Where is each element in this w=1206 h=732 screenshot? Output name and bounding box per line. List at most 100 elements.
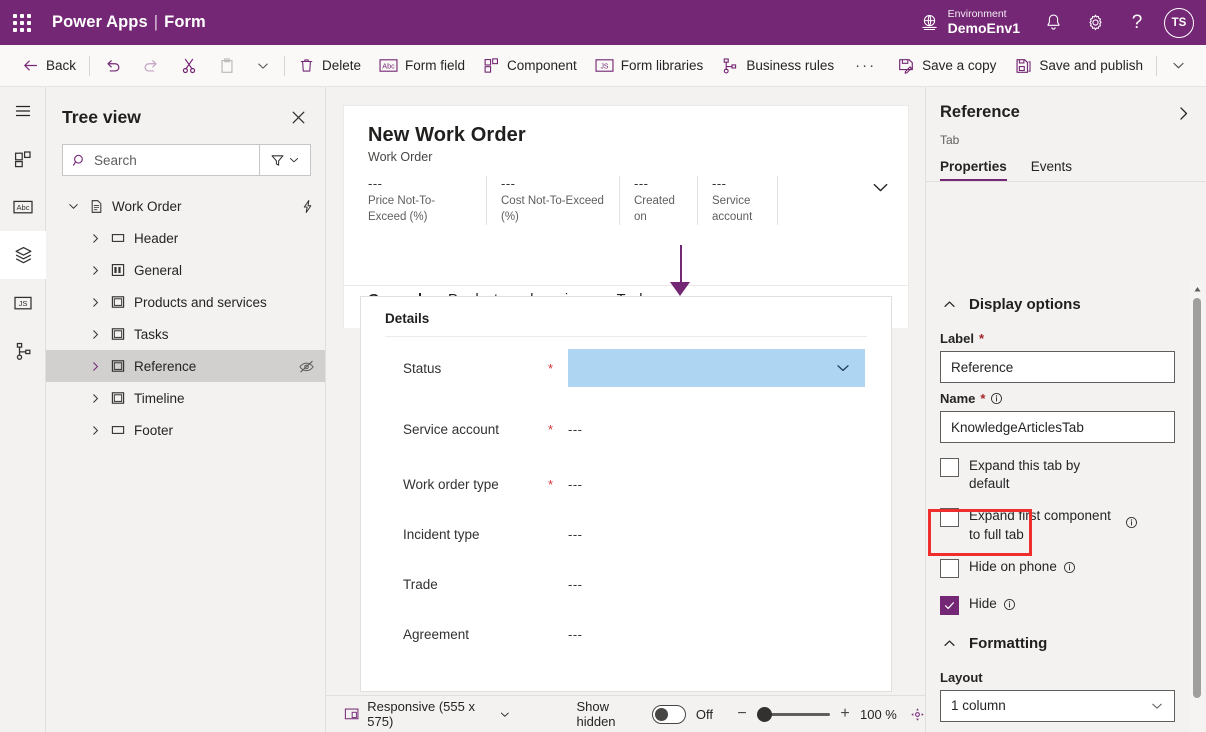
- fit-to-screen-button[interactable]: [910, 707, 925, 722]
- chevron-down-icon: [500, 712, 509, 717]
- checkbox-hide[interactable]: Hide: [940, 595, 1179, 615]
- tree-node-header[interactable]: Header: [46, 222, 325, 254]
- header-field[interactable]: --- Price Not-To-Exceed (%): [368, 176, 487, 226]
- save-options-dropdown[interactable]: [1161, 45, 1204, 87]
- rail-item-components[interactable]: [0, 135, 46, 183]
- status-dropdown[interactable]: [568, 349, 865, 387]
- app-brand[interactable]: Power Apps | Form: [44, 13, 206, 32]
- chevron-right-icon[interactable]: [84, 328, 106, 341]
- formatting-section-header[interactable]: Formatting: [940, 615, 1179, 662]
- form-field-label: Status: [403, 360, 442, 376]
- form-field-row-status[interactable]: Status *: [361, 337, 891, 399]
- properties-scroll-thumb[interactable]: [1193, 298, 1201, 698]
- checkbox-box[interactable]: [940, 458, 959, 477]
- tree-node-timeline[interactable]: Timeline: [46, 382, 325, 414]
- rail-item-form-libraries[interactable]: JS: [0, 279, 46, 327]
- tree-node-footer[interactable]: Footer: [46, 414, 325, 446]
- paste-dropdown-button[interactable]: [246, 45, 280, 87]
- zoom-slider[interactable]: [757, 706, 830, 722]
- header-field[interactable]: --- Cost Not-To-Exceed (%): [501, 176, 620, 226]
- checkbox-expand-first-component[interactable]: Expand first component to full tab: [940, 507, 1179, 543]
- header-field[interactable]: --- Created on: [634, 176, 698, 226]
- checkbox-box[interactable]: [940, 595, 959, 615]
- command-overflow-button[interactable]: ···: [843, 45, 888, 87]
- chevron-down-icon: [258, 63, 268, 69]
- form-field-row-service-account[interactable]: Service account * ---: [361, 399, 891, 459]
- tree-node-products-and-services[interactable]: Products and services: [46, 286, 325, 318]
- paste-button[interactable]: [208, 45, 246, 87]
- header-field-label: Cost Not-To-Exceed (%): [501, 195, 604, 223]
- info-icon[interactable]: [990, 392, 1003, 405]
- rail-item-menu[interactable]: [0, 87, 46, 135]
- avatar[interactable]: TS: [1164, 7, 1194, 38]
- back-button[interactable]: Back: [0, 45, 85, 87]
- chevron-right-icon[interactable]: [84, 360, 106, 373]
- form-field-button[interactable]: Abc Form field: [370, 45, 474, 87]
- tab-events[interactable]: Events: [1031, 155, 1072, 181]
- name-input[interactable]: KnowledgeArticlesTab: [940, 411, 1175, 443]
- redo-button[interactable]: [132, 45, 170, 87]
- rail-item-tree-view[interactable]: [0, 231, 46, 279]
- tab-properties[interactable]: Properties: [940, 155, 1007, 181]
- collapse-panel-button[interactable]: [1175, 103, 1192, 127]
- tree-node-general[interactable]: General: [46, 254, 325, 286]
- zoom-in-button[interactable]: +: [838, 705, 852, 723]
- properties-scrollbar[interactable]: [1190, 282, 1204, 732]
- zoom-out-button[interactable]: −: [735, 705, 749, 723]
- form-libraries-button[interactable]: JS Form libraries: [586, 45, 713, 87]
- checkbox-hide-on-phone[interactable]: Hide on phone: [940, 558, 1179, 578]
- waffle-menu-button[interactable]: [0, 0, 44, 45]
- form-field-row-incident-type[interactable]: Incident type ---: [361, 509, 891, 559]
- form-field-row-work-order-type[interactable]: Work order type * ---: [361, 459, 891, 509]
- undo-button[interactable]: [94, 45, 132, 87]
- checkbox-box[interactable]: [940, 558, 959, 578]
- filter-button[interactable]: [259, 144, 311, 176]
- chevron-right-icon[interactable]: [84, 232, 106, 245]
- header-expand-button[interactable]: [871, 176, 908, 225]
- label-input[interactable]: Reference: [940, 351, 1175, 383]
- search-input[interactable]: Search: [62, 144, 259, 176]
- settings-button[interactable]: [1074, 0, 1116, 45]
- rail-item-business-rules[interactable]: [0, 327, 46, 375]
- form-field-label: Trade: [403, 576, 438, 592]
- checkbox-expand-tab-by-default[interactable]: Expand this tab by default: [940, 457, 1179, 493]
- form-field-value: ---: [568, 626, 583, 642]
- save-and-publish-button[interactable]: Save and publish: [1005, 45, 1152, 87]
- responsive-size-selector[interactable]: Responsive (555 x 575): [326, 699, 511, 729]
- tree-node-work-order[interactable]: Work Order: [46, 190, 325, 222]
- chevron-down-icon[interactable]: [62, 200, 84, 213]
- info-icon[interactable]: [1003, 598, 1016, 611]
- checkbox-box[interactable]: [940, 508, 959, 528]
- chevron-right-icon[interactable]: [84, 392, 106, 405]
- checkbox-label: Hide on phone: [969, 558, 1076, 576]
- avatar-initials: TS: [1171, 16, 1187, 29]
- save-a-copy-button[interactable]: Save a copy: [888, 45, 1005, 87]
- display-options-section-header[interactable]: Display options: [940, 282, 1179, 323]
- business-rules-button[interactable]: Business rules: [712, 45, 843, 87]
- info-icon[interactable]: [1125, 516, 1138, 529]
- close-tree-view-button[interactable]: [286, 105, 311, 130]
- show-hidden-toggle[interactable]: [652, 704, 686, 724]
- scroll-up-button[interactable]: [1190, 282, 1204, 296]
- chevron-right-icon[interactable]: [84, 264, 106, 277]
- tree-node-reference[interactable]: Reference: [46, 350, 325, 382]
- lightning-icon[interactable]: [300, 199, 315, 214]
- header-field[interactable]: --- Service account: [712, 176, 778, 226]
- rail-item-form-field[interactable]: Abc: [0, 183, 46, 231]
- cut-button[interactable]: [170, 45, 208, 87]
- form-field-row-trade[interactable]: Trade ---: [361, 559, 891, 609]
- zoom-slider-knob[interactable]: [757, 706, 772, 722]
- layout-select[interactable]: 1 column: [940, 689, 1175, 722]
- chevron-right-icon[interactable]: [84, 296, 106, 309]
- delete-button[interactable]: Delete: [289, 45, 370, 87]
- component-button[interactable]: Component: [474, 45, 586, 87]
- tree-node-tasks[interactable]: Tasks: [46, 318, 325, 350]
- help-button[interactable]: ?: [1116, 0, 1158, 45]
- tree-node-label: Timeline: [134, 390, 185, 406]
- environment-selector[interactable]: Environment DemoEnv1: [908, 0, 1032, 45]
- info-icon[interactable]: [1063, 561, 1076, 574]
- notifications-button[interactable]: [1032, 0, 1074, 45]
- form-field-row-agreement[interactable]: Agreement ---: [361, 609, 891, 659]
- details-section-title: Details: [385, 311, 430, 326]
- chevron-right-icon[interactable]: [84, 424, 106, 437]
